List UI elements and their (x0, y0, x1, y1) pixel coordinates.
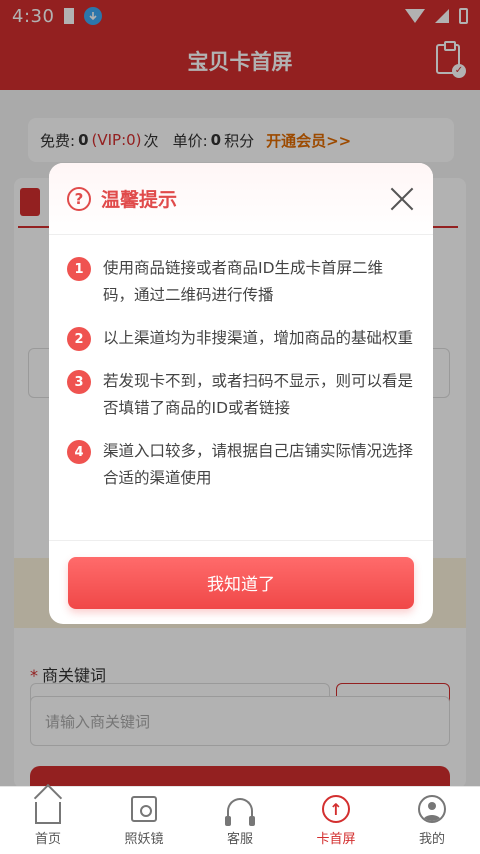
tab-label: 我的 (418, 832, 445, 847)
tip-text: 以上渠道均为非搜渠道，增加商品的基础权重 (103, 329, 414, 347)
dialog-title: 温馨提示 (101, 189, 178, 211)
list-item: 3 若发现卡不到，或者扫码不显示，则可以看是否填错了商品的ID或者链接 (67, 368, 413, 422)
tab-mirror[interactable]: 照妖镜 (96, 787, 192, 854)
tab-card-screen[interactable]: ↑ 卡首屏 (288, 787, 384, 854)
tip-text: 渠道入口较多，请根据自己店铺实际情况选择合适的渠道使用 (103, 442, 414, 487)
mirror-icon (131, 796, 157, 822)
tips-dialog: ? 温馨提示 1 使用商品链接或者商品ID生成卡首屏二维码，通过二维码进行传播 … (49, 163, 433, 624)
list-item: 2 以上渠道均为非搜渠道，增加商品的基础权重 (67, 325, 413, 352)
question-icon: ? (67, 186, 91, 211)
tab-label: 照妖镜 (124, 832, 164, 847)
tip-text: 若发现卡不到，或者扫码不显示，则可以看是否填错了商品的ID或者链接 (103, 372, 414, 417)
headset-icon (225, 798, 255, 826)
tab-support[interactable]: 客服 (192, 787, 288, 854)
dialog-header: ? 温馨提示 (49, 163, 433, 235)
list-item: 1 使用商品链接或者商品ID生成卡首屏二维码，通过二维码进行传播 (67, 255, 413, 309)
tip-number-badge: 2 (67, 327, 91, 351)
close-icon[interactable] (389, 186, 415, 212)
tip-number-badge: 4 (67, 440, 91, 464)
tab-label: 首页 (34, 832, 61, 847)
tip-number-badge: 1 (67, 257, 91, 281)
profile-icon (418, 795, 446, 823)
dialog-footer: 我知道了 (49, 540, 433, 624)
tab-label: 客服 (226, 832, 253, 847)
tips-list: 1 使用商品链接或者商品ID生成卡首屏二维码，通过二维码进行传播 2 以上渠道均… (49, 235, 433, 492)
list-item: 4 渠道入口较多，请根据自己店铺实际情况选择合适的渠道使用 (67, 438, 413, 492)
tip-text: 使用商品链接或者商品ID生成卡首屏二维码，通过二维码进行传播 (103, 259, 384, 304)
tab-home[interactable]: 首页 (0, 787, 96, 854)
bottom-tab-bar: 首页 照妖镜 客服 ↑ 卡首屏 我的 (0, 786, 480, 854)
tip-number-badge: 3 (67, 370, 91, 394)
tab-profile[interactable]: 我的 (384, 787, 480, 854)
confirm-button[interactable]: 我知道了 (68, 556, 414, 609)
home-icon (35, 802, 61, 824)
card-screen-icon: ↑ (322, 795, 350, 823)
tab-label: 卡首屏 (316, 832, 356, 847)
